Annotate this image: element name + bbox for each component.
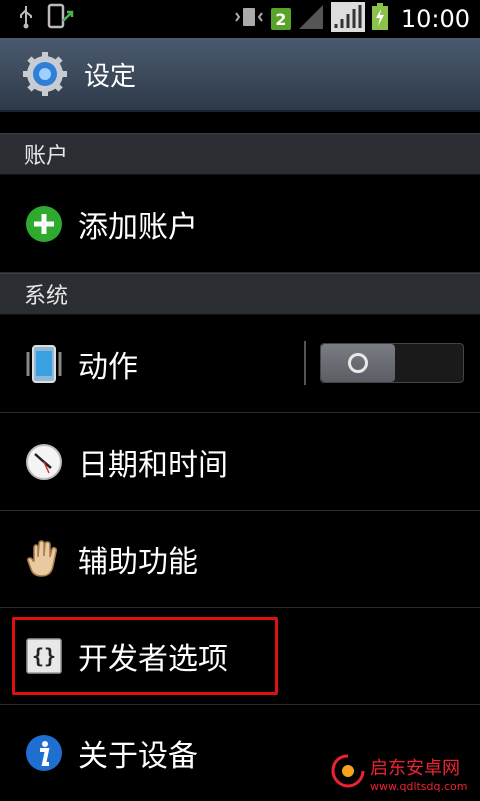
highlight-box [12,617,278,695]
hand-icon [24,539,64,579]
menu-item-label: 关于设备 [78,738,198,774]
section-header-accounts: 账户 [0,133,480,175]
divider [304,341,306,385]
vibrate-icon [233,5,265,33]
watermark-text: 启东安卓网 [370,757,460,779]
watermark-url: www.qdltsdq.com [370,779,468,793]
clock-icon [24,442,64,482]
action-bar: 设定 [0,38,480,112]
menu-item-label: 添加账户 [78,209,198,245]
menu-item-add-account[interactable]: 添加账户 [0,175,480,273]
menu-item-accessibility[interactable]: 辅助功能 [0,510,480,608]
toggle-thumb[interactable] [321,344,395,382]
toggle-off-icon [348,353,368,373]
gear-icon[interactable] [20,49,70,99]
clock-time: 10:00 [400,5,470,33]
page-title: 设定 [84,61,137,92]
section-label: 账户 [24,144,69,169]
menu-item-label: 日期和时间 [78,447,228,483]
watermark: 启东安卓网 www.qdltsdq.com [330,752,472,794]
section-header-system: 系统 [0,273,480,315]
signal-empty-icon [297,3,325,35]
menu-item-date-time[interactable]: 日期和时间 [0,413,480,511]
sim-badge: 2 [270,8,291,30]
usb-icon [16,4,36,34]
status-bar: 2 10:00 [0,0,480,38]
menu-item-label: 辅助功能 [78,544,198,580]
menu-item-motion[interactable]: 动作 [0,315,480,413]
section-label: 系统 [24,284,69,309]
battery-icon [371,3,389,35]
motion-phone-icon [24,344,64,384]
motion-toggle[interactable] [320,343,464,383]
phone-sync-icon [46,3,76,35]
motion-toggle-wrap [304,341,464,385]
signal-icon [330,2,365,36]
watermark-logo-icon [330,753,366,793]
menu-item-label: 动作 [78,349,138,385]
info-icon [24,733,64,773]
add-icon [24,204,64,244]
